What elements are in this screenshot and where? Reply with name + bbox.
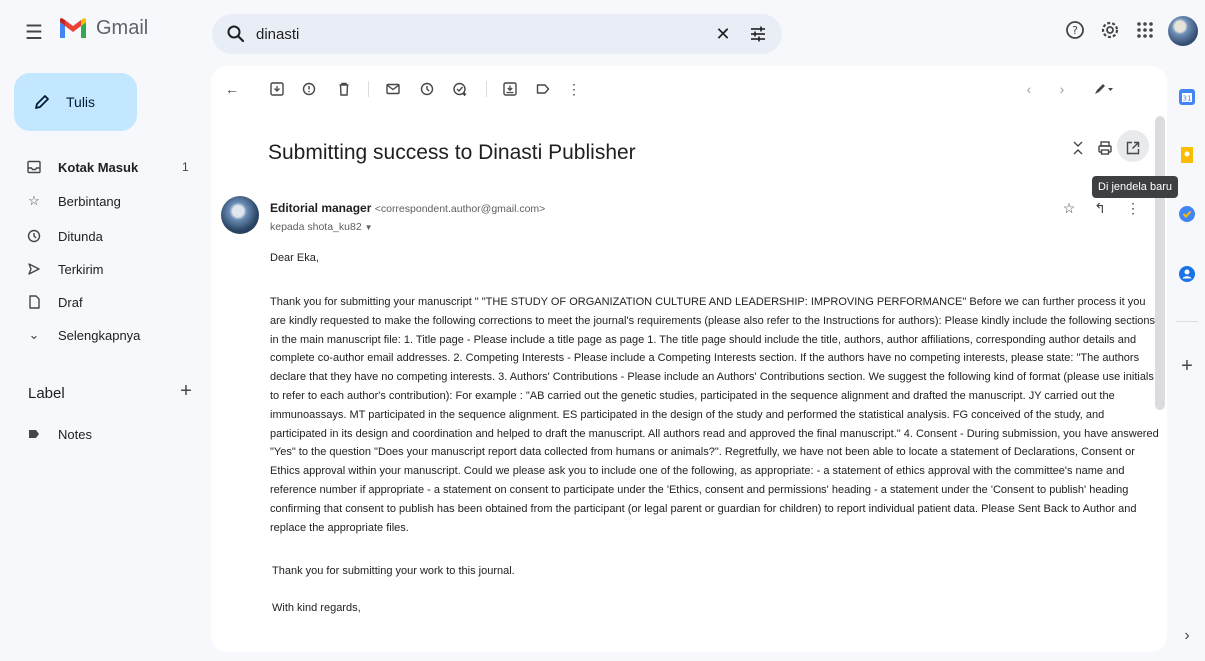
collapse-all-icon[interactable] [1069,139,1087,157]
toolbar-divider [486,81,487,97]
filter-icon[interactable] [748,24,768,44]
sidebar-item-label: Kotak Masuk [58,159,139,175]
keep-icon[interactable] [1178,146,1196,164]
top-bar: ☰ Gmail ✕ ? [0,0,1205,66]
newer-icon[interactable]: ‹ [1020,80,1038,98]
toolbar-divider [368,81,369,97]
inbox-icon [27,160,41,174]
email-subject: Submitting success to Dinasti Publisher [268,141,636,164]
sidebar-item-notes[interactable]: Notes [0,421,200,447]
calendar-icon[interactable]: 31 [1178,88,1196,106]
search-icon[interactable] [226,24,246,44]
help-icon[interactable]: ? [1061,16,1089,44]
gear-icon[interactable] [1096,16,1124,44]
open-in-new-icon[interactable] [1124,139,1142,157]
gmail-m-icon [60,18,86,38]
more-vert-icon[interactable]: ⋮ [1124,199,1142,217]
sidebar-item-label: Selengkapnya [58,327,141,343]
sender-avatar[interactable] [221,196,259,234]
email-body: Thank you for submitting your manuscript… [270,296,1159,534]
sidebar-item-inbox[interactable]: Kotak Masuk 1 [0,154,200,180]
sidebar-item-label: Terkirim [58,261,104,277]
sidebar: Tulis Kotak Masuk 1 ☆ Berbintang Ditunda… [0,66,210,661]
print-icon[interactable] [1096,139,1114,157]
gmail-logo[interactable]: Gmail [58,16,148,40]
add-label-button[interactable]: + [176,380,196,403]
sidebar-item-sent[interactable]: Terkirim [0,256,200,282]
account-avatar[interactable] [1168,16,1198,46]
apps-grid-icon[interactable] [1131,16,1159,44]
chevron-down-icon: ⌄ [28,327,40,342]
svg-text:?: ? [1072,24,1078,37]
email-closing: With kind regards, [272,602,361,614]
star-icon: ☆ [28,193,40,208]
hamburger-icon[interactable]: ☰ [22,20,46,44]
add-task-icon[interactable] [451,80,469,98]
sender-name[interactable]: Editorial manager [270,201,371,215]
report-spam-icon[interactable] [300,80,318,98]
archive-icon[interactable] [268,80,286,98]
recipient-text: kepada shota_ku82 [270,221,362,233]
compose-button[interactable]: Tulis [14,73,137,131]
move-to-icon[interactable] [501,80,519,98]
sidebar-item-drafts[interactable]: Draf [0,289,200,315]
sidebar-item-label: Draf [58,294,83,310]
email-thanks: Thank you for submitting your work to th… [272,565,515,577]
more-vert-icon[interactable]: ⋮ [565,80,583,98]
contacts-icon[interactable] [1178,265,1196,283]
tooltip: Di jendela baru [1092,176,1178,198]
email-pane: ← ⋮ ‹ › Submitting success to Dinasti Pu… [211,66,1167,652]
email-greeting: Dear Eka, [270,252,319,264]
compose-label: Tulis [66,94,96,110]
snooze-icon[interactable] [418,80,436,98]
scrollbar[interactable] [1155,116,1165,410]
reply-icon[interactable]: ↰ [1091,199,1109,217]
app-name: Gmail [96,16,149,39]
search-bar: ✕ [212,14,782,54]
sidebar-item-more[interactable]: ⌄ Selengkapnya [0,322,200,348]
tasks-icon[interactable] [1178,205,1196,223]
labels-heading: Label [28,385,65,402]
sidebar-item-label: Berbintang [58,193,121,209]
sidebar-item-snoozed[interactable]: Ditunda [0,223,200,249]
older-icon[interactable]: › [1053,80,1071,98]
recipient-line[interactable]: kepada shota_ku82 ▼ [270,221,373,233]
sidebar-item-starred[interactable]: ☆ Berbintang [0,188,200,214]
close-icon[interactable]: ✕ [712,23,734,45]
input-tools-icon[interactable] [1091,80,1117,98]
pencil-icon [35,95,49,109]
side-panel-rail: 31 + › [1168,66,1205,661]
delete-icon[interactable] [335,80,353,98]
sender-email: <correspondent.author@gmail.com> [374,203,546,215]
label-icon[interactable] [534,80,552,98]
sidebar-item-label: Notes [58,426,92,442]
chevron-down-icon[interactable]: ▼ [365,223,373,232]
draft-icon [29,295,40,309]
svg-text:31: 31 [1183,95,1192,103]
chevron-right-icon[interactable]: › [1176,627,1198,645]
label-icon [29,430,39,438]
send-icon [28,263,40,275]
star-icon[interactable]: ☆ [1060,199,1078,217]
sidebar-item-label: Ditunda [58,228,103,244]
rail-divider [1176,321,1198,322]
back-arrow-icon[interactable]: ← [223,80,241,98]
get-addons-button[interactable]: + [1176,355,1198,378]
mark-unread-icon[interactable] [384,80,402,98]
clock-icon [27,229,41,243]
unread-count: 1 [182,160,189,174]
sender-line: Editorial manager <correspondent.author@… [270,201,545,215]
search-input[interactable] [256,23,696,45]
